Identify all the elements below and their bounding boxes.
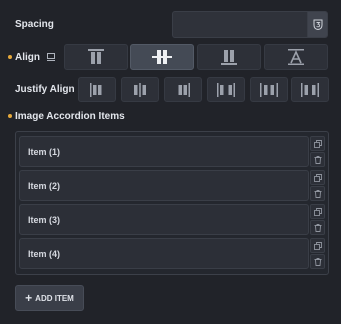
plus-icon: + xyxy=(25,291,33,305)
item-actions xyxy=(310,238,325,269)
settings-panel: Spacing Align Justify Align Image Accord… xyxy=(0,0,341,324)
add-item-label: ADD ITEM xyxy=(35,293,74,303)
align-label: Align xyxy=(15,52,40,63)
trash-icon[interactable] xyxy=(310,152,325,167)
spacing-input[interactable] xyxy=(172,11,328,38)
duplicate-icon[interactable] xyxy=(310,204,325,219)
justify-end-button[interactable] xyxy=(164,77,202,102)
add-item-button[interactable]: + ADD ITEM xyxy=(15,285,84,311)
justify-center-button[interactable] xyxy=(121,77,159,102)
align-baseline-icon xyxy=(287,49,305,65)
item-actions xyxy=(310,136,325,167)
item-label: Item (4) xyxy=(28,249,61,259)
align-top-button[interactable] xyxy=(64,44,128,70)
item-label: Item (3) xyxy=(28,215,61,225)
align-bottom-button[interactable] xyxy=(197,44,261,70)
item-label: Item (1) xyxy=(28,147,61,157)
spacing-label: Spacing xyxy=(15,19,54,30)
justify-space-around-button[interactable] xyxy=(250,77,288,102)
justify-start-icon xyxy=(89,82,105,97)
duplicate-icon[interactable] xyxy=(310,170,325,185)
item-actions xyxy=(310,170,325,201)
justify-space-evenly-icon xyxy=(301,82,319,97)
desktop-icon[interactable] xyxy=(46,52,56,62)
list-item[interactable]: Item (4) xyxy=(19,238,309,269)
list-item[interactable]: Item (1) xyxy=(19,136,309,167)
duplicate-icon[interactable] xyxy=(310,136,325,151)
align-baseline-button[interactable] xyxy=(264,44,328,70)
item-actions xyxy=(310,204,325,235)
unit-toggle-icon[interactable] xyxy=(307,12,327,37)
trash-icon[interactable] xyxy=(310,254,325,269)
justify-space-around-icon xyxy=(260,82,278,97)
align-middle-icon xyxy=(152,49,172,65)
duplicate-icon[interactable] xyxy=(310,238,325,253)
align-bottom-icon xyxy=(220,49,238,65)
trash-icon[interactable] xyxy=(310,220,325,235)
modified-indicator-dot xyxy=(8,114,12,118)
items-section-label: Image Accordion Items xyxy=(15,111,125,122)
justify-space-between-icon xyxy=(217,82,235,97)
justify-space-evenly-button[interactable] xyxy=(291,77,329,102)
trash-icon[interactable] xyxy=(310,186,325,201)
align-middle-button[interactable] xyxy=(130,44,194,70)
align-top-icon xyxy=(87,49,105,65)
justify-align-label: Justify Align xyxy=(15,84,75,95)
list-item[interactable]: Item (3) xyxy=(19,204,309,235)
items-repeater: Item (1) Item (2) Item (3) Item (4) xyxy=(15,131,329,275)
list-item[interactable]: Item (2) xyxy=(19,170,309,201)
justify-space-between-button[interactable] xyxy=(207,77,245,102)
item-label: Item (2) xyxy=(28,181,61,191)
modified-indicator-dot xyxy=(8,55,12,59)
justify-end-icon xyxy=(175,82,191,97)
justify-start-button[interactable] xyxy=(78,77,116,102)
justify-center-icon xyxy=(132,82,148,97)
